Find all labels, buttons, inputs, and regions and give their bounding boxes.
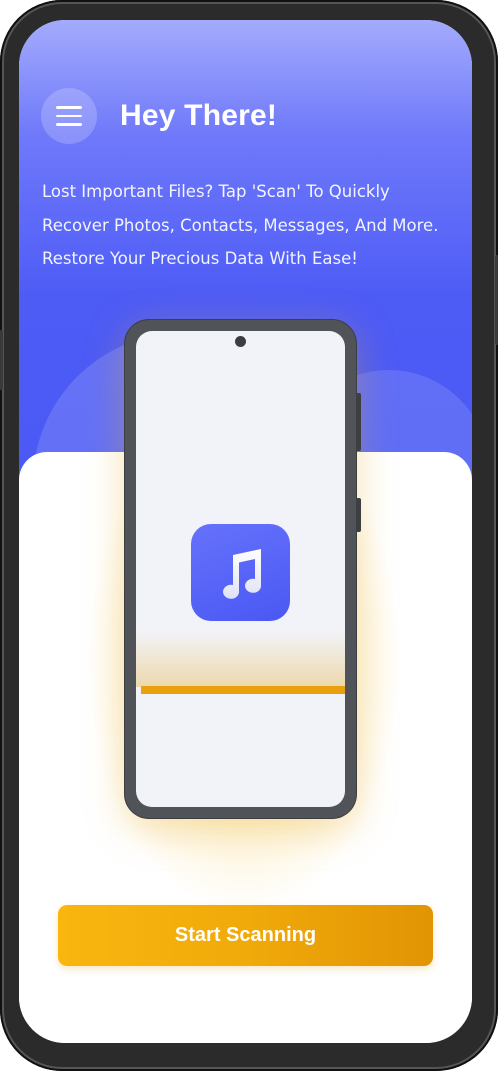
phone-screen (136, 331, 345, 807)
scan-fade (136, 631, 345, 687)
hamburger-menu-icon (56, 114, 82, 118)
music-note-icon (222, 548, 261, 599)
page-title: Hey There! (120, 99, 278, 132)
phone-side-button (356, 498, 361, 532)
intro-description: Lost Important Files? Tap 'Scan' To Quic… (42, 182, 439, 268)
scan-line (141, 686, 345, 694)
device-side-key-left (0, 330, 3, 390)
menu-button[interactable] (41, 88, 97, 144)
hamburger-menu-icon (56, 106, 82, 109)
app-screen: Hey There! Lost Important Files? Tap 'Sc… (19, 20, 472, 1043)
music-app-icon (191, 524, 290, 621)
hamburger-menu-icon (56, 123, 82, 126)
phone-camera (235, 336, 246, 347)
phone-side-button (356, 393, 361, 451)
start-scanning-button[interactable]: Start Scanning (58, 905, 433, 966)
phone-illustration (125, 320, 361, 818)
